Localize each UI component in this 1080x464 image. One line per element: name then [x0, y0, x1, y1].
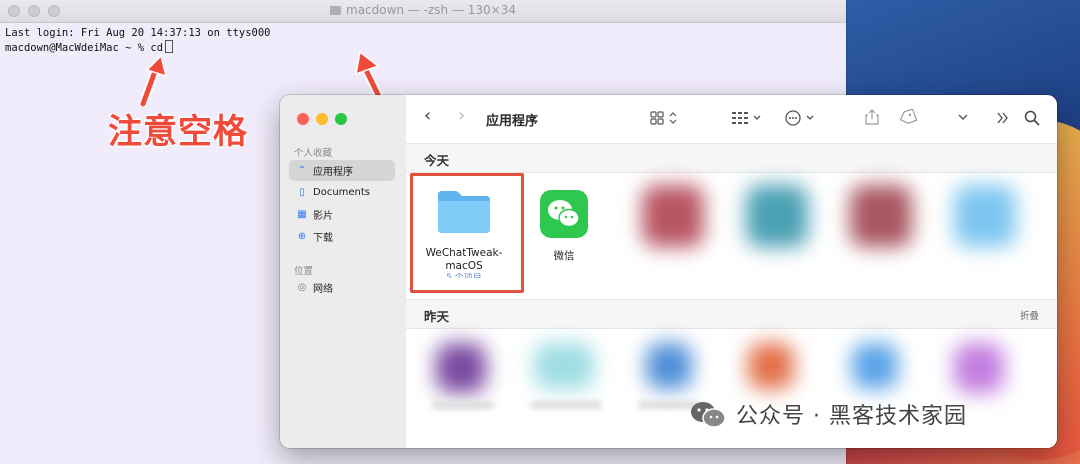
terminal-title: macdown — -zsh — 130×34: [0, 3, 846, 17]
group-header-bar: [406, 143, 1057, 173]
file-item-wechattweak[interactable]: WeChatTweak-macOS 5 个项目: [416, 187, 512, 278]
blurred-app-icon: [748, 343, 794, 389]
finder-content[interactable]: ‹ › 应用程序 今天 WeChatTweak-macOS 5 个项目 微信 昨…: [406, 95, 1057, 448]
blurred-label: [530, 401, 602, 409]
sidebar-item-movies[interactable]: ▦ 影片: [289, 204, 395, 225]
blurred-app-icon: [436, 343, 486, 393]
blurred-app-icon: [850, 185, 912, 247]
wechat-icon: [691, 402, 726, 428]
favorites-section-label: 个人收藏: [294, 148, 333, 159]
blurred-app-icon: [954, 343, 1004, 393]
finder-window[interactable]: 个人收藏 ⌃ 应用程序 ▯ Documents ▦ 影片 ⊕ 下载 位置 ◎ 网…: [280, 95, 1057, 448]
sidebar-item-label: Documents: [313, 187, 371, 198]
terminal-output[interactable]: Last login: Fri Aug 20 14:37:13 on ttys0…: [0, 23, 846, 59]
document-icon: ▯: [299, 187, 305, 198]
sidebar-item-label: 网络: [313, 284, 333, 295]
sidebar-item-label: 影片: [313, 211, 333, 222]
chevron-down-icon[interactable]: [958, 114, 968, 122]
file-name: WeChatTweak-macOS: [425, 247, 503, 272]
blurred-app-icon: [852, 343, 898, 389]
last-login-line: Last login: Fri Aug 20 14:37:13 on ttys0…: [5, 27, 271, 39]
annotation-label: 注意空格: [108, 112, 248, 152]
network-icon: ◎: [297, 282, 307, 293]
window-title: 应用程序: [486, 114, 539, 129]
annotation-arrow-left: [138, 54, 168, 107]
chevron-right-icon[interactable]: ›: [458, 105, 465, 126]
blurred-app-icon: [746, 185, 808, 247]
search-icon[interactable]: [1024, 110, 1040, 126]
share-icon[interactable]: [864, 108, 880, 126]
collapse-button[interactable]: 折叠: [1020, 308, 1039, 322]
terminal-titlebar[interactable]: macdown — -zsh — 130×34: [0, 0, 846, 23]
group-header-bar: [406, 299, 1057, 329]
applications-icon: ⌃: [297, 165, 307, 176]
folder-icon: [330, 6, 341, 15]
sidebar-item-documents[interactable]: ▯ Documents: [289, 182, 395, 203]
sidebar-item-label: 应用程序: [313, 167, 353, 178]
sidebar-item-label: 下载: [313, 233, 333, 244]
group-by-icon[interactable]: [731, 111, 765, 125]
sidebar-item-downloads[interactable]: ⊕ 下载: [289, 226, 395, 247]
sidebar-item-network[interactable]: ◎ 网络: [289, 277, 395, 298]
finder-window-controls: [297, 113, 347, 125]
blurred-label: [432, 401, 494, 409]
blurred-app-icon: [954, 185, 1016, 247]
toolbar-overflow-icon[interactable]: [996, 112, 1010, 124]
wechat-icon: [540, 190, 588, 238]
watermark-text: 公众号 · 黑客技术家园: [736, 404, 967, 429]
blurred-app-icon: [534, 343, 594, 389]
blurred-app-icon: [646, 343, 692, 389]
close-button[interactable]: [297, 113, 309, 125]
chevron-left-icon[interactable]: ‹: [424, 105, 431, 126]
tag-icon[interactable]: [898, 109, 918, 125]
blurred-app-icon: [642, 185, 704, 247]
prompt-line[interactable]: macdown@MacWdeiMac ~ % cd: [5, 40, 841, 55]
zoom-button[interactable]: [335, 113, 347, 125]
locations-section-label: 位置: [294, 266, 314, 277]
more-actions-icon[interactable]: [784, 110, 820, 126]
movies-icon: ▦: [297, 209, 307, 220]
group-yesterday-label: 昨天: [424, 309, 450, 324]
finder-toolbar: ‹ › 应用程序: [406, 95, 1057, 141]
group-today-label: 今天: [424, 153, 450, 168]
file-item-wechat[interactable]: 微信: [516, 190, 612, 263]
file-name: 微信: [553, 250, 575, 262]
finder-sidebar: 个人收藏 ⌃ 应用程序 ▯ Documents ▦ 影片 ⊕ 下载 位置 ◎ 网…: [280, 95, 407, 448]
minimize-button[interactable]: [316, 113, 328, 125]
sidebar-item-applications[interactable]: ⌃ 应用程序: [289, 160, 395, 181]
folder-icon: [438, 191, 490, 233]
icon-view-icon[interactable]: [650, 111, 680, 125]
watermark: 公众号 · 黑客技术家园: [688, 398, 967, 430]
file-item-count: 5 个项目: [446, 273, 482, 278]
download-icon: ⊕: [297, 231, 307, 242]
